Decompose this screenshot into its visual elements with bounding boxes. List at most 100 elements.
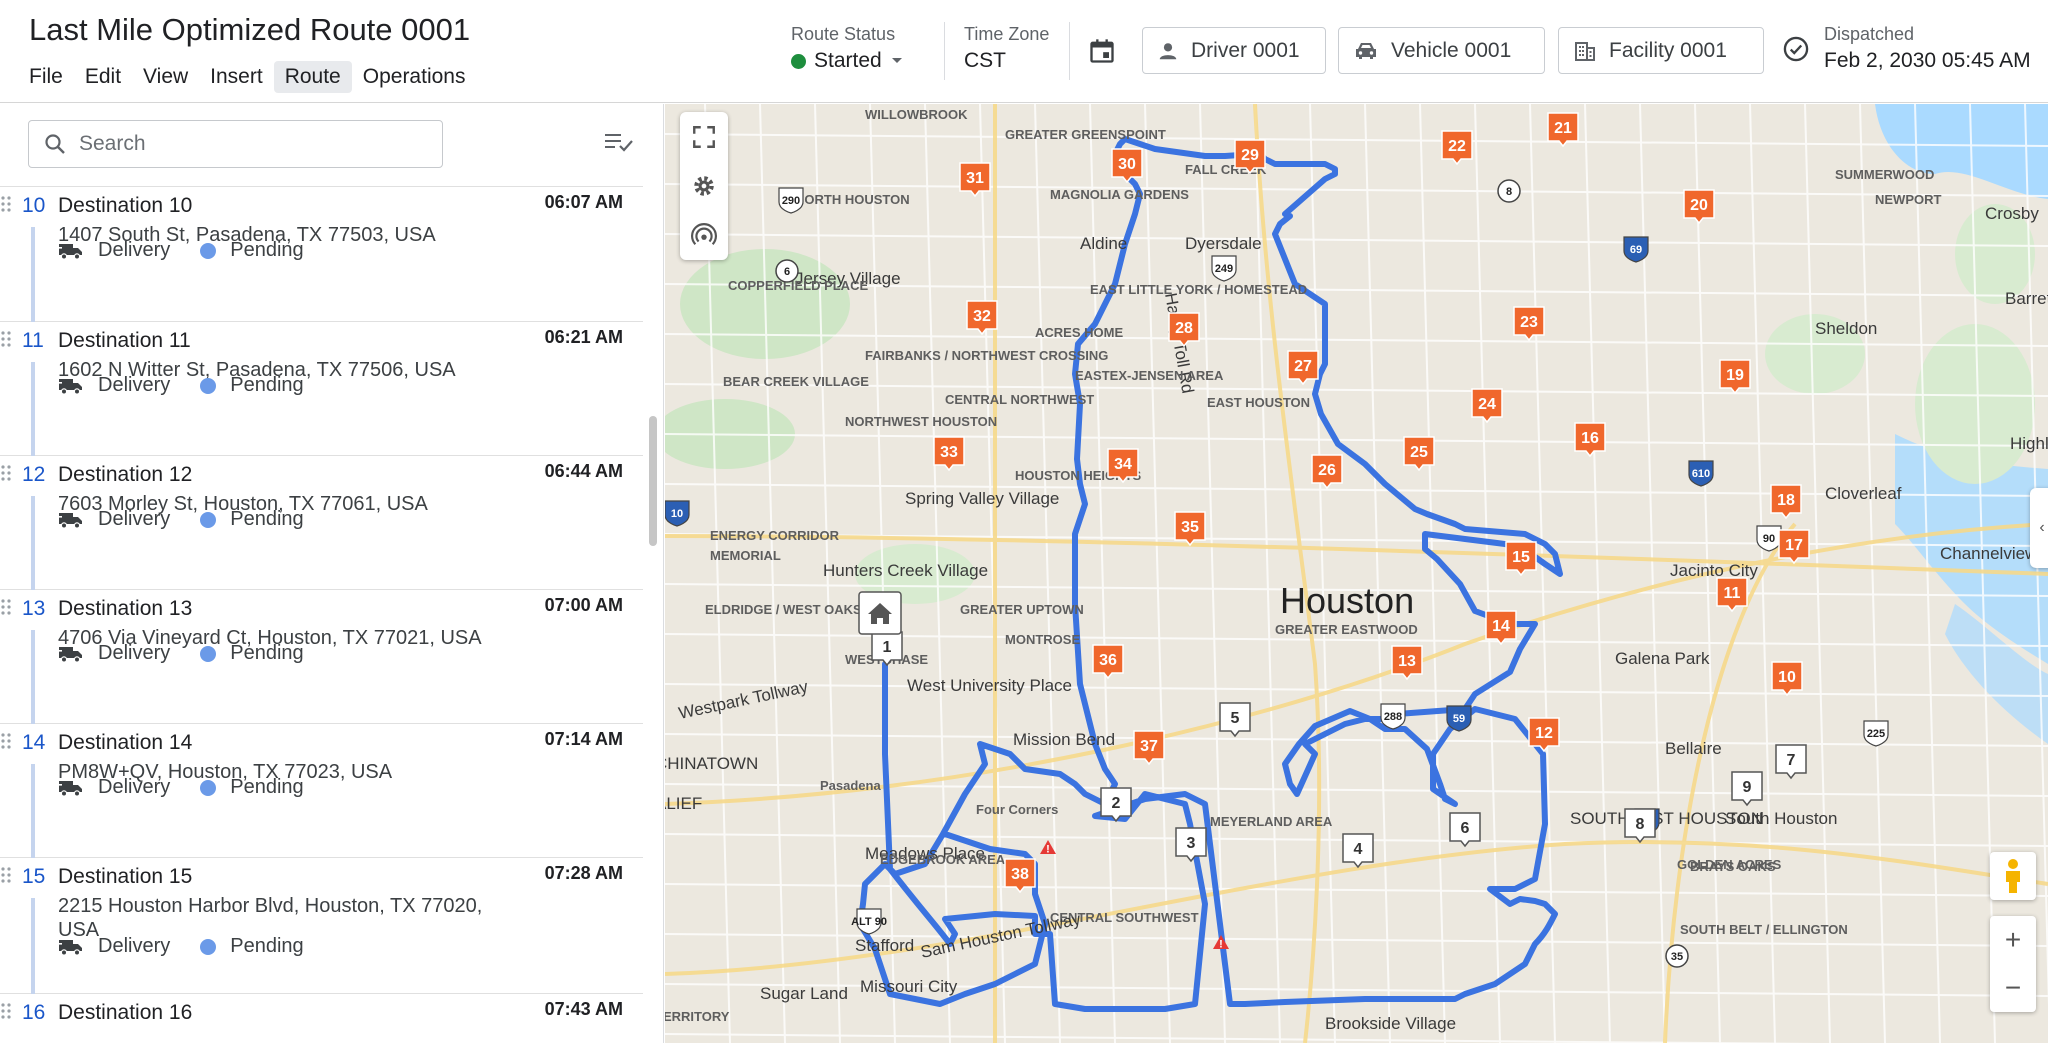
map-place-label: Stafford bbox=[855, 936, 914, 955]
time-zone-label: Time Zone bbox=[964, 24, 1050, 44]
scrollbar[interactable] bbox=[649, 416, 657, 546]
menu-route[interactable]: Route bbox=[273, 61, 352, 93]
route-stop-marker[interactable]: 15 bbox=[1505, 541, 1537, 577]
route-stop-marker[interactable]: 31 bbox=[959, 162, 991, 198]
map-place-label: ACRES HOME bbox=[1035, 325, 1123, 340]
route-stop-marker[interactable]: 23 bbox=[1513, 306, 1545, 342]
route-stop-marker[interactable]: 19 bbox=[1719, 359, 1751, 395]
drag-handle-icon[interactable] bbox=[0, 464, 12, 484]
route-stop-marker[interactable]: 27 bbox=[1287, 350, 1319, 386]
drag-handle-icon[interactable] bbox=[0, 598, 12, 618]
route-stop-marker[interactable]: 12 bbox=[1528, 717, 1560, 753]
route-stop-marker[interactable]: 30 bbox=[1111, 148, 1143, 184]
stop-list-item[interactable]: 13 Destination 13 07:00 AM 4706 Via Vineyar… bbox=[0, 590, 643, 724]
gear-icon[interactable] bbox=[680, 161, 728, 210]
collapse-panel-icon[interactable]: ‹ bbox=[2030, 488, 2048, 568]
route-stop-marker[interactable]: 3 bbox=[1175, 827, 1207, 863]
route-stop-marker[interactable]: 4 bbox=[1342, 833, 1374, 869]
route-stop-marker[interactable]: 22 bbox=[1441, 130, 1473, 166]
pegman-icon[interactable] bbox=[1990, 852, 2036, 900]
location-signal-icon[interactable] bbox=[680, 210, 728, 259]
route-stop-marker[interactable]: 28 bbox=[1168, 312, 1200, 348]
route-stop-marker[interactable]: 34 bbox=[1107, 448, 1139, 484]
route-stop-marker[interactable]: 20 bbox=[1683, 189, 1715, 225]
drag-handle-icon[interactable] bbox=[0, 866, 12, 886]
menu-file[interactable]: File bbox=[18, 61, 74, 93]
route-stop-marker[interactable]: 13 bbox=[1391, 645, 1423, 681]
route-stop-marker[interactable]: 24 bbox=[1471, 388, 1503, 424]
route-stop-marker[interactable]: 9 bbox=[1731, 771, 1763, 807]
route-stop-marker[interactable]: 25 bbox=[1403, 436, 1435, 472]
route-stop-marker[interactable]: 17 bbox=[1778, 529, 1810, 565]
route-stop-marker[interactable]: 33 bbox=[933, 436, 965, 472]
driver-chip[interactable]: Driver 0001 bbox=[1142, 27, 1326, 74]
route-stop-marker[interactable]: 1 bbox=[871, 631, 903, 667]
route-stop-marker[interactable]: 35 bbox=[1174, 511, 1206, 547]
stop-list-item[interactable]: 15 Destination 15 07:28 AM 2215 Houston Har… bbox=[0, 858, 643, 994]
drag-handle-icon[interactable] bbox=[0, 1002, 12, 1022]
route-stop-marker[interactable]: 8 bbox=[1624, 808, 1656, 844]
stop-list-item[interactable]: 14 Destination 14 07:14 AM PM8W+QV, Houston… bbox=[0, 724, 643, 858]
svg-text:17: 17 bbox=[1785, 537, 1803, 554]
zoom-out-button[interactable]: − bbox=[1990, 964, 2036, 1012]
route-stop-marker[interactable]: 37 bbox=[1133, 730, 1165, 766]
caret-down-icon[interactable] bbox=[890, 56, 904, 66]
route-stop-marker[interactable]: 10 bbox=[1771, 661, 1803, 697]
vehicle-chip[interactable]: Vehicle 0001 bbox=[1338, 27, 1545, 74]
route-stop-marker[interactable]: 6 bbox=[1449, 812, 1481, 848]
route-status[interactable]: Route Status Started bbox=[791, 24, 904, 73]
drag-handle-icon[interactable] bbox=[0, 330, 12, 350]
route-stop-marker[interactable]: 18 bbox=[1770, 484, 1802, 520]
route-stop-marker[interactable]: 26 bbox=[1311, 454, 1343, 490]
map-place-label: Spring Valley Village bbox=[905, 489, 1059, 508]
menu-insert[interactable]: Insert bbox=[199, 61, 274, 93]
stop-list-item[interactable]: 11 Destination 11 06:21 AM 1602 N Witter St… bbox=[0, 322, 643, 456]
route-stop-marker[interactable]: 32 bbox=[966, 300, 998, 336]
route-map[interactable]: WILLOWBROOK GREATER GREENSPOINT FALL CREEK… bbox=[665, 104, 2048, 1043]
svg-text:25: 25 bbox=[1410, 444, 1428, 461]
fullscreen-icon[interactable] bbox=[680, 112, 728, 161]
svg-text:8: 8 bbox=[1636, 816, 1645, 833]
depot-marker[interactable] bbox=[858, 591, 902, 635]
search-input[interactable] bbox=[79, 132, 419, 156]
route-stop-marker[interactable]: 14 bbox=[1485, 610, 1517, 646]
dispatched: Dispatched Feb 2, 2030 05:45 AM bbox=[1824, 24, 2031, 73]
stop-number: 12 bbox=[22, 463, 46, 486]
menu-view[interactable]: View bbox=[132, 61, 199, 93]
drag-handle-icon[interactable] bbox=[0, 732, 12, 752]
svg-text:38: 38 bbox=[1011, 866, 1029, 883]
map-canvas[interactable]: WILLOWBROOKGREATER GREENSPOINTFALL CREEK… bbox=[665, 104, 2048, 1043]
calendar-icon[interactable] bbox=[1088, 37, 1116, 65]
route-stop-marker[interactable]: 11 bbox=[1716, 577, 1748, 613]
route-stop-marker[interactable]: 7 bbox=[1775, 744, 1807, 780]
stop-number: 11 bbox=[22, 329, 44, 352]
route-stop-marker[interactable]: 38 bbox=[1004, 858, 1036, 894]
menu-edit[interactable]: Edit bbox=[74, 61, 132, 93]
route-stop-marker[interactable]: 5 bbox=[1219, 702, 1251, 738]
status-dot bbox=[791, 53, 806, 69]
menu-operations[interactable]: Operations bbox=[352, 61, 477, 93]
route-stop-marker[interactable]: 29 bbox=[1234, 139, 1266, 175]
route-stop-marker[interactable]: 36 bbox=[1092, 644, 1124, 680]
stop-list-item[interactable]: 12 Destination 12 06:44 AM 7603 Morley St, … bbox=[0, 456, 643, 590]
stop-number: 13 bbox=[22, 597, 46, 620]
route-stop-marker[interactable]: 2 bbox=[1100, 787, 1132, 823]
drag-handle-icon[interactable] bbox=[0, 195, 12, 215]
sequence-line bbox=[31, 227, 35, 322]
map-place-label: GREATER UPTOWN bbox=[960, 602, 1084, 617]
map-place-label: MAGNOLIA GARDENS bbox=[1050, 187, 1189, 202]
stop-type: Delivery bbox=[98, 776, 171, 798]
dispatched-value: Feb 2, 2030 05:45 AM bbox=[1824, 49, 2031, 72]
facility-chip[interactable]: Facility 0001 bbox=[1558, 27, 1764, 74]
search-box[interactable] bbox=[28, 120, 443, 168]
route-stop-marker[interactable]: 21 bbox=[1547, 112, 1579, 148]
stop-list-item[interactable]: 10 Destination 10 06:07 AM 1407 South St, P… bbox=[0, 187, 643, 322]
sort-list-icon[interactable] bbox=[604, 130, 634, 154]
zoom-in-button[interactable]: + bbox=[1990, 916, 2036, 964]
map-place-label: Sheldon bbox=[1815, 319, 1877, 338]
stop-eta: 07:28 AM bbox=[544, 863, 623, 883]
svg-text:610: 610 bbox=[1692, 468, 1710, 480]
route-stop-marker[interactable]: 16 bbox=[1574, 422, 1606, 458]
stop-list-item[interactable]: 16 Destination 16 07:43 AM bbox=[0, 994, 643, 1043]
highway-shield: ALT 90 bbox=[851, 908, 887, 935]
